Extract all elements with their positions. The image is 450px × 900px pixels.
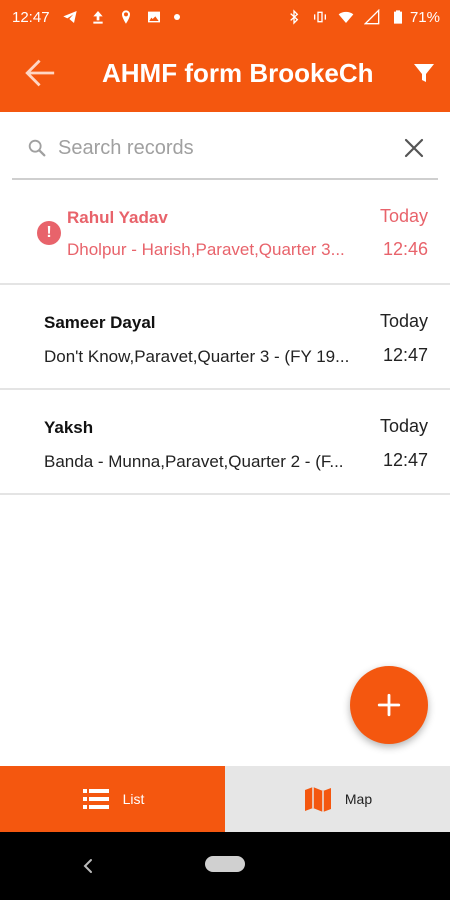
- telegram-icon: [62, 9, 78, 25]
- image-icon: [146, 9, 162, 25]
- tab-list-label: List: [122, 791, 145, 807]
- bluetooth-icon: [286, 9, 302, 25]
- location-icon: [118, 9, 134, 25]
- record-day: Today: [379, 311, 428, 331]
- add-record-button[interactable]: [350, 666, 428, 744]
- bottom-nav: List Map: [0, 766, 450, 832]
- status-left: 12:47: [12, 9, 180, 26]
- plus-icon: [377, 693, 401, 717]
- search-input[interactable]: [58, 128, 378, 168]
- wifi-icon: [338, 9, 354, 25]
- tab-list[interactable]: List: [0, 766, 225, 832]
- page-title: AHMF form BrookeCh: [102, 57, 374, 88]
- back-button[interactable]: [0, 34, 80, 112]
- map-icon: [304, 787, 331, 812]
- clear-search-button[interactable]: [390, 124, 438, 172]
- record-name: Sameer Dayal: [44, 313, 156, 332]
- records-list: ! Rahul Yadav Dholpur - Harish,Paravet,Q…: [0, 180, 450, 495]
- record-time: 12:47: [382, 345, 428, 365]
- battery-percent: 71%: [409, 8, 440, 26]
- tab-map-label: Map: [344, 791, 373, 807]
- record-time: 12:47: [382, 450, 428, 470]
- list-item[interactable]: ! Rahul Yadav Dholpur - Harish,Paravet,Q…: [0, 180, 450, 285]
- app-bar: AHMF form BrookeCh: [0, 34, 450, 112]
- battery-icon: [390, 9, 406, 25]
- upload-icon: [90, 9, 106, 25]
- tab-map[interactable]: Map: [225, 766, 450, 832]
- record-description: Dholpur - Harish,Paravet,Quarter 3...: [67, 240, 345, 259]
- chevron-left-icon: [83, 859, 92, 873]
- status-right: 71%: [286, 9, 440, 26]
- record-name: Rahul Yadav: [67, 208, 168, 227]
- system-home-button[interactable]: [205, 856, 245, 872]
- status-bar: 12:47 71%: [0, 0, 450, 34]
- list-icon: [82, 789, 109, 809]
- status-time: 12:47: [12, 8, 50, 26]
- system-nav-bar: [0, 832, 450, 900]
- battery: 71%: [390, 9, 440, 26]
- filter-icon: [414, 64, 434, 82]
- search-bar: [12, 118, 438, 180]
- signal-icon: [363, 9, 380, 25]
- system-back-button[interactable]: [76, 852, 100, 880]
- list-item[interactable]: Yaksh Banda - Munna,Paravet,Quarter 2 - …: [0, 390, 450, 495]
- record-description: Banda - Munna,Paravet,Quarter 2 - (F...: [44, 452, 344, 471]
- filter-button[interactable]: [398, 34, 450, 112]
- arrow-back-icon: [25, 59, 55, 87]
- search-icon: [12, 137, 52, 159]
- record-day: Today: [379, 416, 428, 436]
- record-day: Today: [379, 206, 428, 226]
- vibrate-icon: [312, 9, 328, 25]
- error-icon: !: [37, 221, 61, 245]
- dot-icon: [173, 14, 180, 20]
- list-item[interactable]: Sameer Dayal Don't Know,Paravet,Quarter …: [0, 285, 450, 390]
- record-description: Don't Know,Paravet,Quarter 3 - (FY 19...: [44, 347, 350, 366]
- close-icon: [404, 138, 424, 158]
- record-name: Yaksh: [44, 418, 94, 437]
- record-time: 12:46: [382, 239, 428, 259]
